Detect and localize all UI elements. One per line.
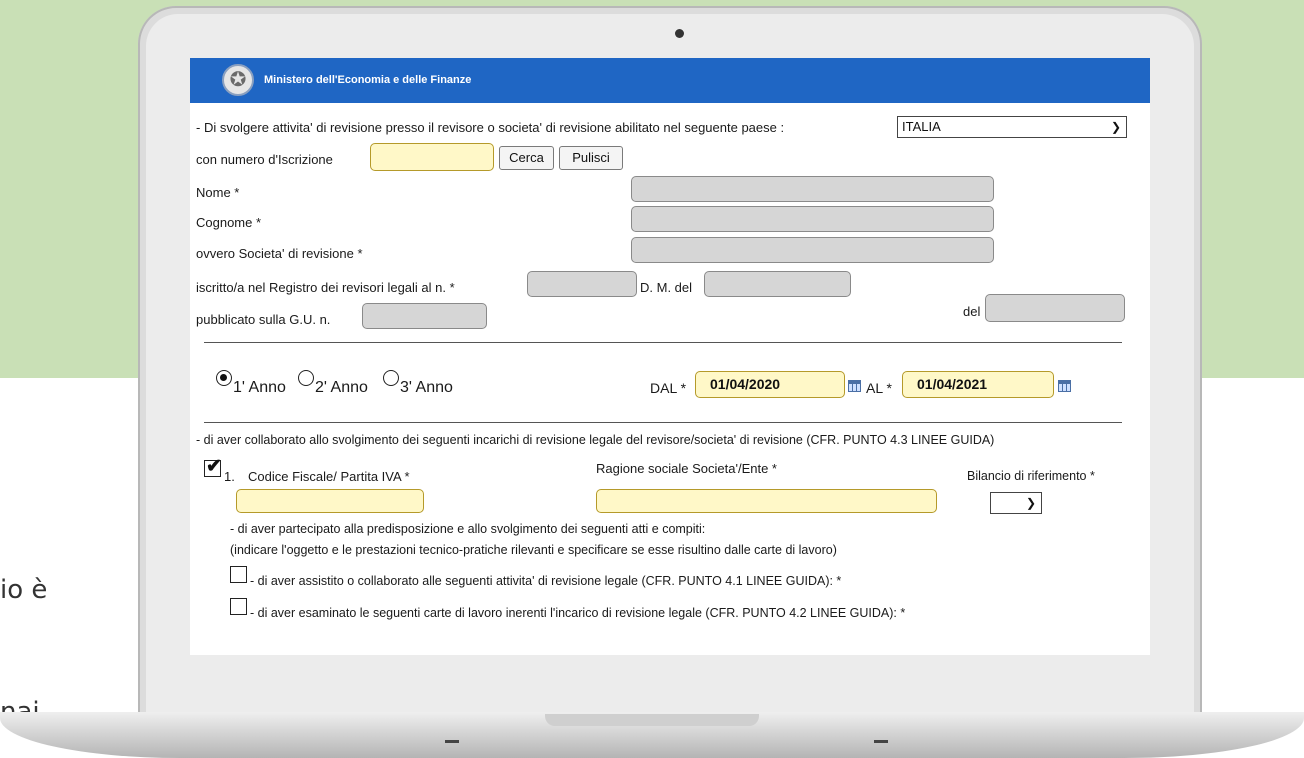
dm-date-input[interactable] [704, 271, 851, 297]
incarichi-intro: - di aver collaborato allo svolgimento d… [196, 433, 995, 447]
iscrizione-label: con numero d'Iscrizione [196, 152, 333, 167]
item-number: 1. [224, 469, 235, 484]
iscrizione-input[interactable] [370, 143, 494, 171]
assistito-checkbox[interactable] [230, 566, 247, 583]
bilancio-label: Bilancio di riferimento * [967, 469, 1095, 483]
country-label: - Di svolgere attivita' di revisione pre… [196, 120, 785, 135]
clear-button[interactable]: Pulisci [559, 146, 623, 170]
calendar-icon[interactable] [848, 380, 861, 392]
year-radio-3[interactable] [383, 370, 399, 386]
assistito-text: - di aver assistito o collaborato alle s… [250, 574, 842, 588]
year-radio-label: 2' Anno [315, 379, 368, 396]
ragione-input[interactable] [596, 489, 937, 513]
al-label: AL * [866, 380, 892, 396]
section-divider [204, 422, 1122, 423]
cognome-label: Cognome * [196, 215, 262, 230]
background-text-fragment: io è [0, 575, 48, 605]
ragione-label: Ragione sociale Societa'/Ente * [596, 461, 777, 476]
year-radio-label: 3' Anno [400, 379, 453, 396]
esaminato-text: - di aver esaminato le seguenti carte di… [250, 606, 906, 620]
al-date-input[interactable]: 01/04/2021 [902, 371, 1054, 398]
year-radio-1[interactable] [216, 370, 232, 386]
nome-label: Nome * [196, 185, 240, 200]
laptop-hinge-notch [545, 714, 759, 726]
dal-label: DAL * [650, 380, 687, 396]
radio-selected-dot [220, 374, 227, 381]
bilancio-select[interactable]: ❯ [990, 492, 1042, 514]
partecipato-text: - di aver partecipato alla predisposizio… [230, 522, 706, 536]
laptop-foot [874, 740, 888, 743]
gu-number-input[interactable] [362, 303, 487, 329]
indicare-text: (indicare l'oggetto e le prestazioni tec… [230, 543, 837, 557]
gu-del-label: del [963, 304, 981, 319]
cognome-input[interactable] [631, 206, 994, 232]
societa-input[interactable] [631, 237, 994, 263]
societa-label: ovvero Societa' di revisione * [196, 246, 363, 261]
section-divider [204, 342, 1122, 343]
cf-input[interactable] [236, 489, 424, 513]
incarico-checkbox[interactable]: ✔ [204, 456, 222, 477]
registro-number-input[interactable] [527, 271, 637, 297]
laptop-foot [445, 740, 459, 743]
country-select[interactable]: ITALIA ❯ [897, 116, 1127, 138]
cf-label: Codice Fiscale/ Partita IVA * [248, 469, 410, 484]
republic-emblem-icon: ✪ [222, 64, 254, 96]
year-radio-2[interactable] [298, 370, 314, 386]
year-radio-label: 1' Anno [233, 379, 286, 396]
gu-label: pubblicato sulla G.U. n. [196, 312, 331, 327]
gu-date-input[interactable] [985, 294, 1125, 322]
laptop-screen: ✪ Ministero dell'Economia e delle Finanz… [190, 58, 1150, 655]
registro-label: iscritto/a nel Registro dei revisori leg… [196, 280, 455, 295]
dal-date-input[interactable]: 01/04/2020 [695, 371, 845, 398]
calendar-icon[interactable] [1058, 380, 1071, 392]
chevron-down-icon: ❯ [1025, 496, 1036, 510]
webcam-icon [675, 29, 684, 38]
chevron-down-icon: ❯ [1110, 120, 1121, 134]
checkmark-icon: ✔ [206, 456, 222, 477]
esaminato-checkbox[interactable] [230, 598, 247, 615]
header-title: Ministero dell'Economia e delle Finanze [264, 74, 472, 86]
search-button[interactable]: Cerca [499, 146, 554, 170]
country-select-value: ITALIA [902, 119, 941, 134]
nome-input[interactable] [631, 176, 994, 202]
dm-label: D. M. del [640, 280, 693, 295]
site-header: ✪ Ministero dell'Economia e delle Finanz… [190, 58, 1150, 103]
